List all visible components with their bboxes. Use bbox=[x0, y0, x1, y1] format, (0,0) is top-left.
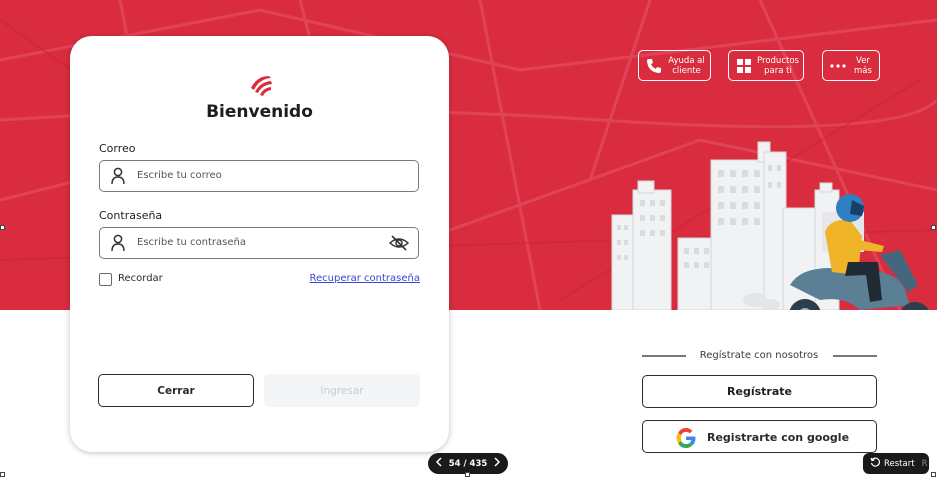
email-field[interactable]: Escribe tu correo bbox=[99, 160, 419, 192]
more-label: Ver más bbox=[854, 55, 872, 76]
page-title: Bienvenido bbox=[206, 102, 313, 122]
products-button[interactable]: Productos para ti bbox=[728, 50, 804, 81]
register-caption: Regístrate con nosotros bbox=[699, 350, 819, 361]
close-button[interactable]: Cerrar bbox=[98, 374, 254, 407]
restart-icon bbox=[870, 457, 880, 470]
chevron-left-icon[interactable] bbox=[435, 457, 443, 470]
dots-icon bbox=[829, 57, 847, 75]
brand-logo-icon bbox=[249, 74, 273, 100]
eye-off-icon[interactable] bbox=[388, 234, 410, 256]
resize-handle[interactable] bbox=[0, 225, 5, 230]
phone-icon bbox=[645, 57, 663, 75]
pager: 54 / 435 bbox=[428, 453, 508, 474]
email-label: Correo bbox=[99, 142, 136, 155]
password-label: Contraseña bbox=[99, 209, 163, 222]
divider-left bbox=[642, 355, 686, 357]
products-label: Productos para ti bbox=[757, 55, 799, 76]
restart-label: Restart bbox=[884, 458, 915, 469]
google-register-label: Registrarte con google bbox=[707, 431, 850, 444]
help-label: Ayuda al cliente bbox=[668, 55, 705, 76]
resize-handle[interactable] bbox=[465, 472, 470, 477]
divider-right bbox=[833, 355, 877, 357]
login-card: Bienvenido Correo Escribe tu correo Cont… bbox=[70, 36, 449, 452]
remember-checkbox[interactable] bbox=[99, 273, 112, 286]
user-icon bbox=[110, 234, 126, 256]
grid-icon bbox=[735, 57, 753, 75]
resize-handle[interactable] bbox=[931, 225, 936, 230]
login-button[interactable]: Ingresar bbox=[264, 374, 420, 407]
google-register-button[interactable]: Registrarte con google bbox=[642, 420, 877, 453]
password-placeholder: Escribe tu contraseña bbox=[137, 237, 246, 248]
resize-handle[interactable] bbox=[931, 472, 936, 477]
remember-label: Recordar bbox=[118, 273, 163, 284]
page-counter: 54 / 435 bbox=[448, 458, 488, 469]
help-button[interactable]: Ayuda al cliente bbox=[638, 50, 711, 81]
recover-password-link[interactable]: Recuperar contraseña bbox=[310, 273, 420, 284]
restart-button[interactable]: Restart R bbox=[863, 453, 929, 474]
user-icon bbox=[110, 167, 126, 189]
restart-shortcut: R bbox=[921, 458, 928, 469]
password-field[interactable]: Escribe tu contraseña bbox=[99, 227, 419, 259]
email-placeholder: Escribe tu correo bbox=[137, 170, 222, 181]
resize-handle[interactable] bbox=[0, 472, 5, 477]
register-button[interactable]: Regístrate bbox=[642, 375, 877, 408]
google-icon bbox=[675, 427, 697, 452]
chevron-right-icon[interactable] bbox=[493, 457, 501, 470]
more-button[interactable]: Ver más bbox=[822, 50, 880, 81]
